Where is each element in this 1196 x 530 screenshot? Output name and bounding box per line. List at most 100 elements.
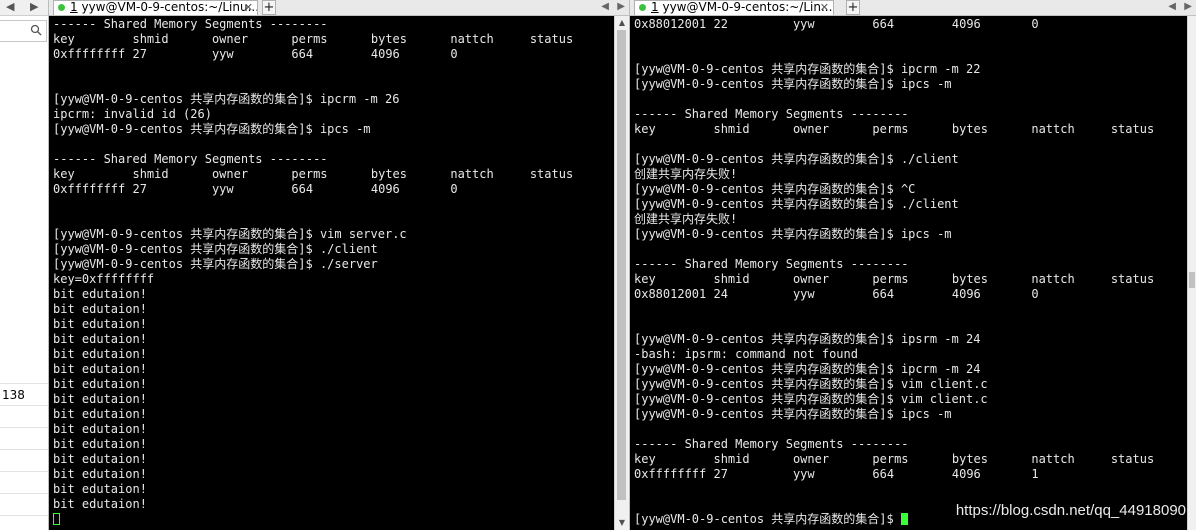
left-terminal-pane[interactable]: 1 yyw@VM-0-9-centos:~/Linu... ✕ + ◀ ▶ --…	[49, 0, 629, 530]
search-icon	[30, 24, 42, 36]
left-session-tab[interactable]: 1 yyw@VM-0-9-centos:~/Linu... ✕	[53, 0, 258, 15]
terminal-line: [yyw@VM-0-9-centos 共享内存函数的集合]$ ipcs -m	[634, 77, 952, 91]
cursor-block	[900, 513, 908, 525]
terminal-line: bit edutaion!	[53, 362, 147, 376]
terminal-line: ipcrm: invalid id (26)	[53, 107, 212, 121]
watermark-text: https://blog.csdn.net/qq_44918090	[955, 502, 1186, 519]
terminal-line: [yyw@VM-0-9-centos 共享内存函数的集合]$ ipcs -m	[634, 227, 952, 241]
side-list-row[interactable]	[0, 362, 48, 384]
terminal-line: key shmid owner perms bytes nattch statu…	[53, 32, 574, 46]
close-tab-icon[interactable]: ✕	[820, 1, 829, 14]
connected-status-icon	[639, 4, 646, 11]
side-nav: ◀ ▶	[0, 0, 48, 15]
scrollbar-thumb[interactable]	[617, 30, 626, 500]
terminal-line: bit edutaion!	[53, 422, 147, 436]
side-row-value: 138	[2, 388, 25, 402]
terminal-line: key=0xffffffff	[53, 272, 155, 286]
side-list-row[interactable]	[0, 450, 48, 472]
terminal-line: bit edutaion!	[53, 317, 147, 331]
terminal-line: 0x88012001 22 yyw 664 4096 0	[634, 17, 1039, 31]
scroll-down-icon[interactable]: ▼	[615, 516, 629, 530]
terminal-line: bit edutaion!	[53, 452, 147, 466]
side-list-row[interactable]	[0, 494, 48, 516]
terminal-line: [yyw@VM-0-9-centos 共享内存函数的集合]$ ^C	[634, 182, 916, 196]
terminal-line: bit edutaion!	[53, 347, 147, 361]
terminal-line: [yyw@VM-0-9-centos 共享内存函数的集合]$ vim clien…	[634, 377, 988, 391]
side-list-row[interactable]	[0, 472, 48, 494]
side-list-row[interactable]	[0, 428, 48, 450]
nav-back-arrow[interactable]: ◀	[6, 0, 14, 13]
terminal-line: [yyw@VM-0-9-centos 共享内存函数的集合]$ vim serve…	[53, 227, 407, 241]
terminal-line: bit edutaion!	[53, 287, 147, 301]
terminal-line: ------ Shared Memory Segments --------	[634, 257, 909, 271]
tab-index: 1	[70, 0, 78, 14]
close-tab-icon[interactable]: ✕	[244, 1, 253, 14]
tab-title: yyw@VM-0-9-centos:~/Lin...	[662, 0, 833, 14]
side-list-row[interactable]	[0, 406, 48, 428]
left-terminal-output[interactable]: ------ Shared Memory Segments -------- ke…	[53, 17, 613, 530]
terminal-line: 创建共享内存失败!	[634, 167, 738, 181]
left-terminal-scrollbar[interactable]: ▲ ▼	[614, 16, 629, 530]
terminal-line: bit edutaion!	[53, 392, 147, 406]
nav-forward-arrow[interactable]: ▶	[30, 0, 38, 13]
terminal-line: [yyw@VM-0-9-centos 共享内存函数的集合]$ ./client	[634, 197, 959, 211]
terminal-line: 0xffffffff 27 yyw 664 4096 0	[53, 47, 458, 61]
terminal-line: bit edutaion!	[53, 482, 147, 496]
left-tab-bar: 1 yyw@VM-0-9-centos:~/Linu... ✕ + ◀ ▶	[49, 0, 629, 16]
terminal-line: ------ Shared Memory Segments --------	[53, 17, 328, 31]
tab-index: 1	[651, 0, 659, 14]
terminal-line: bit edutaion!	[53, 332, 147, 346]
tab-scroll-right-icon[interactable]: ▶	[617, 0, 625, 14]
terminal-line: 创建共享内存失败!	[634, 212, 738, 226]
cursor-block	[53, 513, 60, 525]
terminal-line: [yyw@VM-0-9-centos 共享内存函数的集合]$ ipcs -m	[53, 122, 371, 136]
terminal-cursor-line	[53, 512, 613, 527]
terminal-line: [yyw@VM-0-9-centos 共享内存函数的集合]$ ipcs -m	[634, 407, 952, 421]
side-search-input[interactable]	[0, 20, 47, 42]
terminal-line: bit edutaion!	[53, 467, 147, 481]
connected-status-icon	[58, 4, 65, 11]
terminal-line: bit edutaion!	[53, 437, 147, 451]
terminal-line: -bash: ipsrm: command not found	[634, 347, 858, 361]
tab-scroll-right-icon[interactable]: ▶	[1184, 0, 1192, 14]
side-app-panel: ◀ ▶ 138	[0, 0, 49, 530]
terminal-line: [yyw@VM-0-9-centos 共享内存函数的集合]$ ipcrm -m …	[53, 92, 400, 106]
side-list-row-value[interactable]: 138	[0, 384, 48, 406]
tab-title: yyw@VM-0-9-centos:~/Linu...	[81, 0, 258, 14]
terminal-line: [yyw@VM-0-9-centos 共享内存函数的集合]$ ./client	[634, 152, 959, 166]
new-tab-button[interactable]: +	[262, 0, 276, 15]
terminal-line: [yyw@VM-0-9-centos 共享内存函数的集合]$ ./client	[53, 242, 378, 256]
terminal-line: ------ Shared Memory Segments --------	[634, 437, 909, 451]
terminal-line: 0xffffffff 27 yyw 664 4096 0	[53, 182, 458, 196]
right-session-tab[interactable]: 1 yyw@VM-0-9-centos:~/Lin... ✕	[634, 0, 834, 15]
terminal-line: [yyw@VM-0-9-centos 共享内存函数的集合]$ ipsrm -m …	[634, 332, 981, 346]
right-terminal-output[interactable]: 0x88012001 22 yyw 664 4096 0 [yyw@VM-0-9-…	[634, 17, 1186, 530]
terminal-line: key shmid owner perms bytes nattch statu…	[634, 122, 1155, 136]
scrollbar-thumb[interactable]	[1189, 272, 1195, 288]
terminal-line: [yyw@VM-0-9-centos 共享内存函数的集合]$ ipcrm -m …	[634, 362, 981, 376]
tab-scroll-left-icon[interactable]: ◀	[1168, 0, 1176, 14]
terminal-line: [yyw@VM-0-9-centos 共享内存函数的集合]$ vim clien…	[634, 392, 988, 406]
terminal-line: bit edutaion!	[53, 377, 147, 391]
terminal-line: 0xffffffff 27 yyw 664 4096 1	[634, 467, 1039, 481]
terminal-line: ------ Shared Memory Segments --------	[634, 107, 909, 121]
tab-scroll-left-icon[interactable]: ◀	[601, 0, 609, 14]
terminal-line: bit edutaion!	[53, 407, 147, 421]
terminal-line: key shmid owner perms bytes nattch statu…	[53, 167, 574, 181]
scroll-up-icon[interactable]: ▲	[615, 16, 629, 30]
right-terminal-pane[interactable]: 1 yyw@VM-0-9-centos:~/Lin... ✕ + ◀ ▶ 0x8…	[630, 0, 1196, 530]
right-terminal-scrollbar[interactable]	[1187, 16, 1196, 530]
new-tab-button[interactable]: +	[846, 0, 860, 15]
terminal-line: key shmid owner perms bytes nattch statu…	[634, 452, 1155, 466]
right-tab-bar: 1 yyw@VM-0-9-centos:~/Lin... ✕ + ◀ ▶	[630, 0, 1196, 16]
